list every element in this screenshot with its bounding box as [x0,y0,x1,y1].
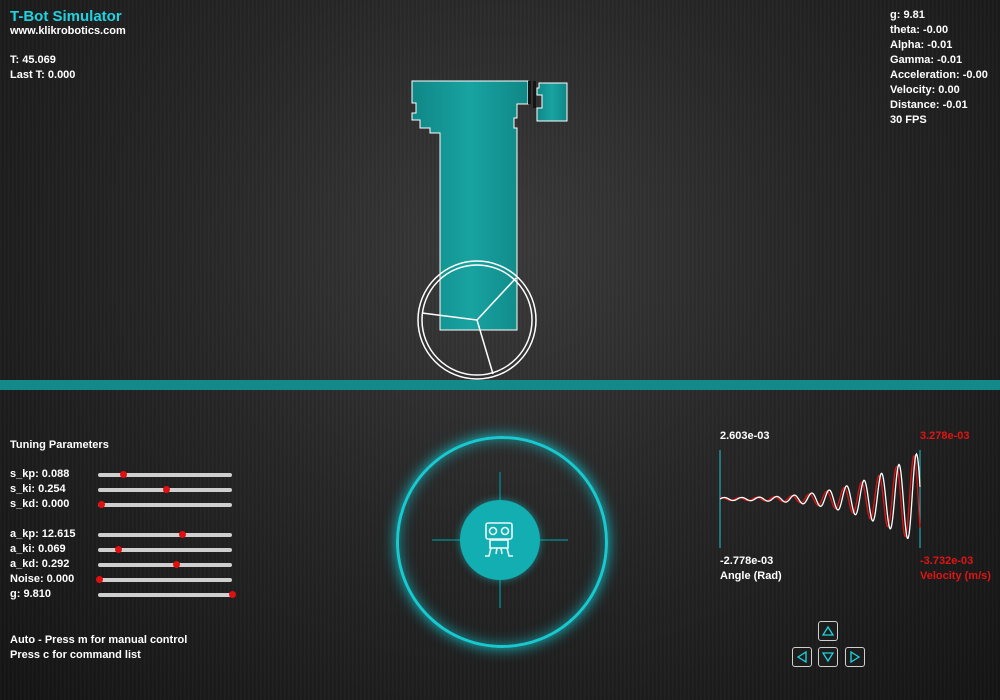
a-kp-slider[interactable] [98,531,232,538]
robot-scene [411,80,568,380]
s-kp-slider[interactable] [98,471,232,478]
arrow-up-key[interactable] [818,621,838,641]
param-label: s_kd: 0.000 [10,498,70,510]
velocity-axis-label: Velocity (m/s) [920,570,991,582]
param-label: s_kp: 0.088 [10,468,70,480]
angle-axis-label: Angle (Rad) [720,570,782,582]
param-a-ki: a_ki: 0.069 [10,543,240,558]
s-ki-slider[interactable] [98,486,232,493]
slider-knob[interactable] [229,591,236,598]
robot-icon [485,522,513,557]
slider-knob[interactable] [172,561,180,568]
param-a-kd: a_kd: 0.292 [10,558,240,573]
joystick-knob[interactable] [460,500,540,580]
velocity-trace [719,454,921,537]
param-label: s_ki: 0.254 [10,483,66,495]
param-s-kd: s_kd: 0.000 [10,498,240,513]
param-s-ki: s_ki: 0.254 [10,483,240,498]
mode-info: Auto - Press m for manual control Press … [10,633,187,663]
arrow-up-icon [822,625,834,636]
param-label: Noise: 0.000 [10,573,75,585]
mode-line-commands: Press c for command list [10,649,141,661]
arrow-right-icon [850,651,861,663]
arrow-right-key[interactable] [845,647,865,667]
velocity-max-label: 3.278e-03 [920,430,970,442]
velocity-min-label: -3.732e-03 [920,555,974,567]
mode-line-auto: Auto - Press m for manual control [10,634,188,646]
slider-knob[interactable] [115,546,123,553]
param-noise: Noise: 0.000 [10,573,240,588]
g-slider[interactable] [98,591,236,598]
arrow-down-key[interactable] [818,647,838,667]
tuning-title: Tuning Parameters [10,439,109,451]
s-kd-slider[interactable] [97,501,232,508]
param-g: g: 9.810 [10,588,240,603]
slider-knob[interactable] [97,501,105,508]
param-label: g: 9.810 [10,588,51,600]
signal-plot [719,450,921,548]
slider-knob[interactable] [179,531,187,538]
param-a-kp: a_kp: 12.615 [10,528,240,543]
arrow-left-key[interactable] [792,647,812,667]
angle-min-label: -2.778e-03 [720,555,774,567]
robot-body [411,80,568,331]
param-label: a_kp: 12.615 [10,528,76,540]
a-kd-slider[interactable] [98,561,232,568]
angle-trace [719,452,921,540]
slider-knob[interactable] [163,486,171,493]
ground-line [0,380,1000,390]
slider-knob[interactable] [96,576,104,583]
arrow-down-icon [822,652,834,663]
param-s-kp: s_kp: 0.088 [10,468,240,483]
noise-slider[interactable] [96,576,232,583]
a-ki-slider[interactable] [98,546,232,553]
param-label: a_kd: 0.292 [10,558,70,570]
param-label: a_ki: 0.069 [10,543,66,555]
arrow-left-icon [796,651,807,663]
slider-knob[interactable] [120,471,128,478]
angle-max-label: 2.603e-03 [720,430,770,442]
